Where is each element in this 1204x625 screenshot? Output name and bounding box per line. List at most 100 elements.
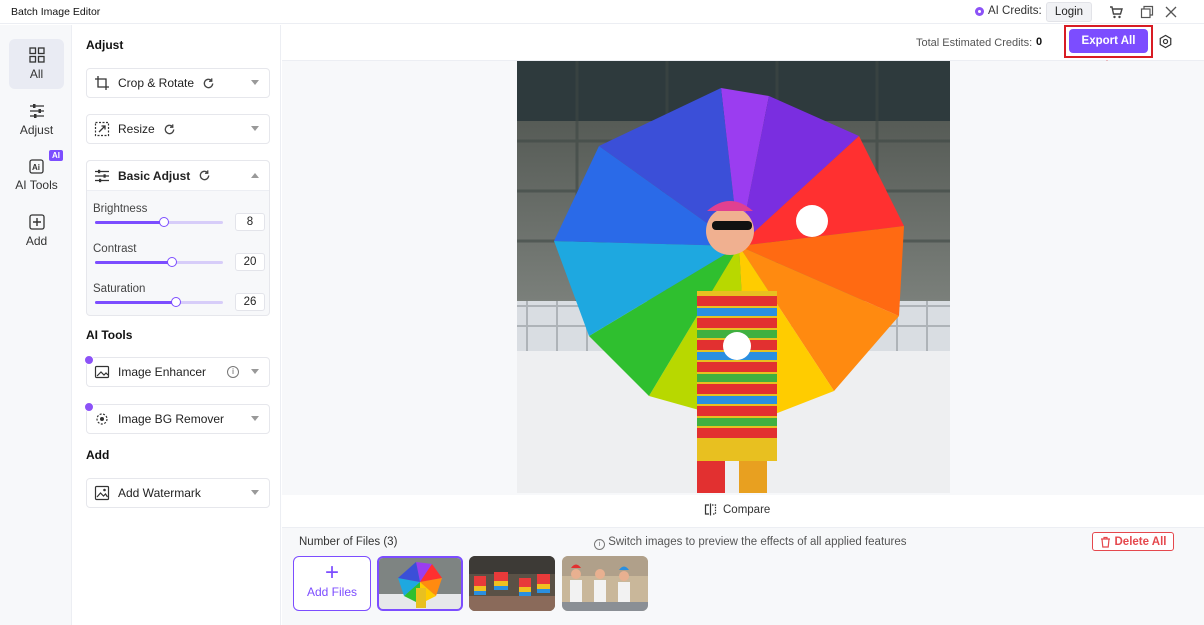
file-thumbnail-2[interactable] (469, 556, 555, 611)
thumbnail-image (469, 556, 555, 611)
slider-thumb[interactable] (159, 217, 170, 227)
left-rail: All Adjust AI Ai AI Tools Add (0, 25, 72, 625)
resize-icon (94, 121, 110, 137)
login-button[interactable]: Login (1046, 2, 1092, 22)
tool-label: Image BG Remover (118, 412, 225, 426)
files-count: Number of Files (3) (299, 536, 398, 548)
chevron-down-icon[interactable] (251, 490, 259, 495)
title-bar: Batch Image Editor AI Credits: Login (0, 0, 1204, 24)
delete-all-label: Delete All (1114, 535, 1167, 548)
info-icon: i (594, 539, 605, 550)
slider-thumb[interactable] (166, 257, 177, 267)
estimated-credits-value: 0 (1036, 36, 1043, 48)
ai-credits: AI Credits: (975, 5, 1042, 17)
hint-text: Switch images to preview the effects of … (608, 536, 907, 548)
grid-icon (28, 47, 45, 63)
thumbnail-image (379, 558, 461, 609)
close-icon[interactable] (1163, 4, 1179, 20)
slider-fill (95, 301, 176, 304)
thumbnail-image (562, 556, 648, 611)
resize-tool[interactable]: Resize (86, 114, 270, 144)
brightness-slider[interactable] (95, 217, 223, 227)
switch-hint: i Switch images to preview the effects o… (594, 536, 907, 550)
rail-item-ai-tools[interactable]: AI Ai AI Tools (9, 150, 64, 200)
rail-label: All (29, 67, 44, 81)
slider-fill (95, 261, 172, 264)
ai-icon: Ai (28, 159, 44, 174)
pro-icon (84, 355, 94, 365)
tool-label: Basic Adjust (118, 168, 191, 183)
basic-adjust-panel: Basic Adjust Brightness 8 Contrast 20 Sa… (86, 160, 270, 316)
image-enhancer-tool[interactable]: Image Enhancer i (84, 355, 270, 387)
crop-icon (95, 76, 109, 90)
rail-label: Add (25, 234, 48, 248)
rail-item-all[interactable]: All (9, 39, 64, 89)
reset-icon[interactable] (198, 169, 211, 182)
contrast-value[interactable]: 20 (235, 253, 265, 271)
saturation-value[interactable]: 26 (235, 293, 265, 311)
settings-icon[interactable] (1158, 34, 1173, 49)
app-title: Batch Image Editor (11, 6, 101, 18)
section-title-adjust: Adjust (86, 38, 124, 52)
delete-all-button[interactable]: Delete All (1092, 532, 1174, 551)
ai-credits-label: AI Credits: (988, 5, 1042, 17)
chevron-down-icon[interactable] (251, 126, 259, 131)
crop-rotate-tool[interactable]: Crop & Rotate (86, 68, 270, 98)
pro-icon (84, 402, 94, 412)
files-bar: Number of Files (3) i Switch images to p… (282, 527, 1204, 625)
plus-square-icon (28, 214, 45, 230)
chevron-up-icon[interactable] (251, 173, 259, 178)
file-thumbnail-3[interactable] (562, 556, 648, 611)
preview-image (517, 61, 950, 493)
slider-thumb[interactable] (170, 297, 181, 307)
bg-remove-icon (96, 413, 108, 425)
preview-photo (517, 61, 950, 493)
settings-panel: Adjust Crop & Rotate Resize Basic Adjust (72, 25, 281, 625)
main-toolbar: Total Estimated Credits: 0 Export All (282, 25, 1204, 61)
file-thumbnail-1[interactable] (377, 556, 463, 611)
sliders-icon (29, 104, 44, 118)
reset-icon[interactable] (163, 123, 176, 136)
tool-label: Image Enhancer (118, 365, 207, 379)
add-watermark-tool[interactable]: Add Watermark (86, 478, 270, 508)
watermark-icon (94, 485, 110, 501)
brightness-label: Brightness (93, 203, 148, 215)
add-files-label: Add Files (306, 585, 358, 599)
info-icon[interactable]: i (227, 366, 239, 378)
svg-text:Ai: Ai (32, 163, 40, 172)
add-files-button[interactable]: + Add Files (293, 556, 371, 611)
contrast-slider[interactable] (95, 257, 223, 267)
tool-label: Add Watermark (118, 486, 201, 500)
enhance-icon (94, 365, 110, 379)
restore-icon[interactable] (1139, 4, 1155, 20)
slider-fill (95, 221, 165, 224)
rail-label: AI Tools (15, 178, 58, 192)
saturation-label: Saturation (93, 283, 146, 295)
trash-icon (1100, 536, 1110, 548)
chevron-down-icon[interactable] (251, 80, 259, 85)
sliders-icon (95, 169, 109, 182)
chevron-down-icon[interactable] (251, 369, 259, 374)
rail-label: Adjust (19, 123, 54, 137)
saturation-slider[interactable] (95, 297, 223, 307)
brightness-value[interactable]: 8 (235, 213, 265, 231)
credit-icon (975, 6, 984, 16)
bg-remover-tool[interactable]: Image BG Remover (84, 402, 270, 434)
preview-area (282, 61, 1204, 495)
chevron-down-icon[interactable] (251, 416, 259, 421)
rail-item-add[interactable]: Add (9, 206, 64, 256)
plus-icon: + (324, 559, 339, 586)
rail-item-adjust[interactable]: Adjust (9, 95, 64, 145)
compare-button[interactable]: Compare (704, 503, 770, 516)
reset-icon[interactable] (202, 77, 215, 90)
tool-label: Crop & Rotate (118, 76, 195, 90)
basic-adjust-header[interactable]: Basic Adjust (87, 161, 269, 191)
ai-badge: AI (49, 150, 63, 161)
tool-label: Resize (118, 122, 155, 136)
compare-icon (704, 503, 717, 516)
cart-icon[interactable] (1108, 4, 1124, 20)
compare-label: Compare (723, 503, 771, 516)
export-all-button[interactable]: Export All (1069, 29, 1148, 53)
section-title-add: Add (86, 448, 110, 462)
section-title-ai-tools: AI Tools (86, 328, 133, 342)
